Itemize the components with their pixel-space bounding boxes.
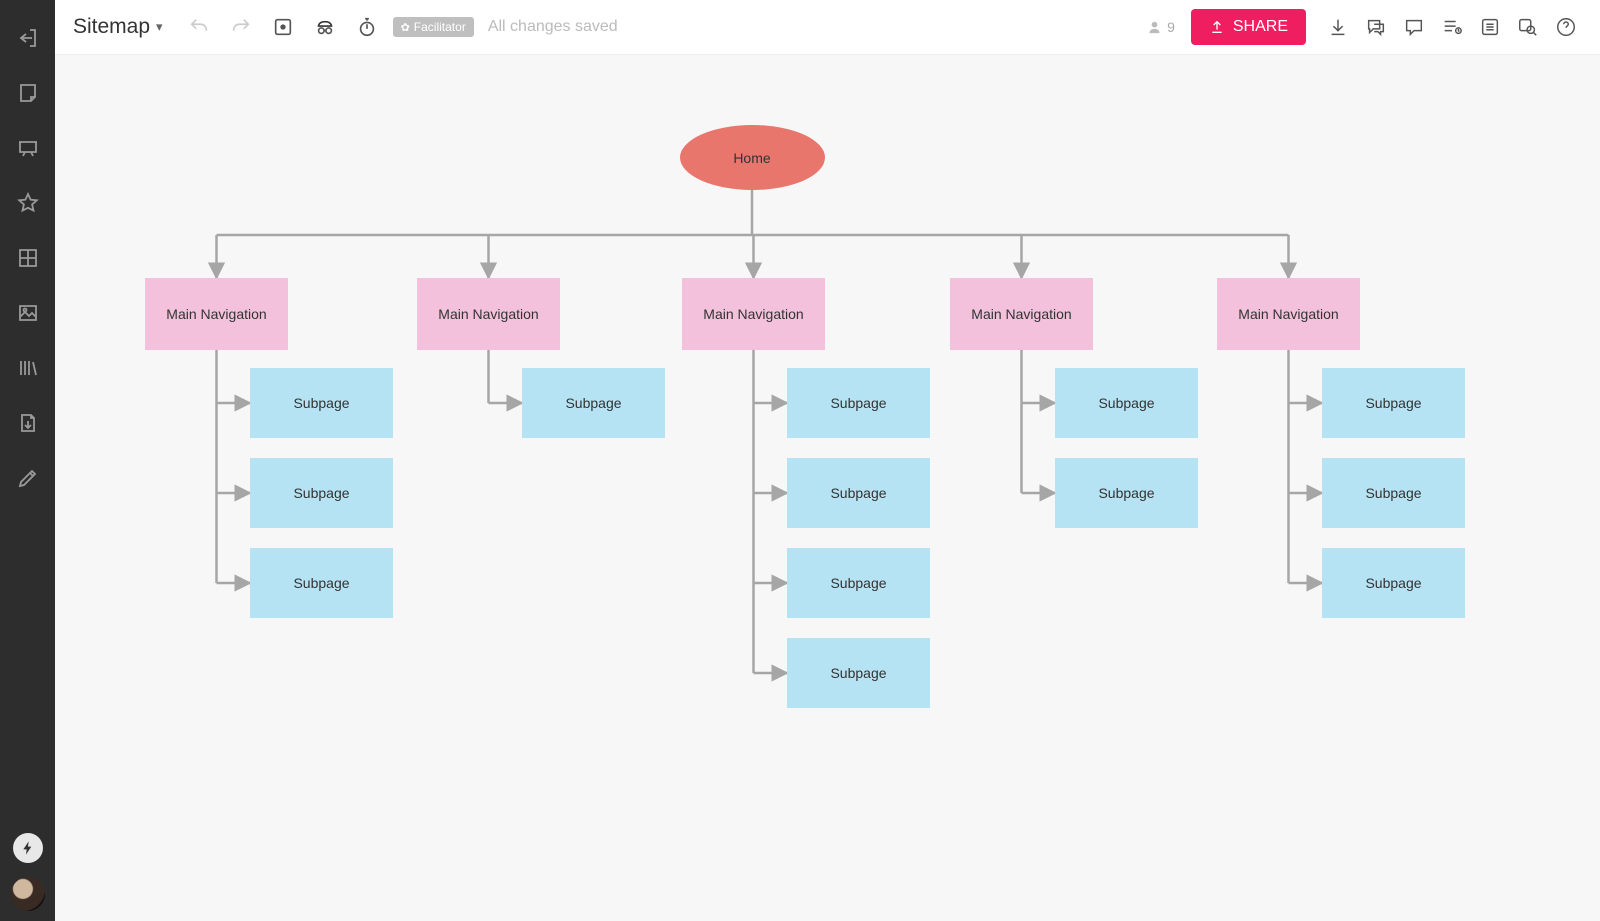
top-toolbar: Sitemap ▾ Facilitator All changes saved …: [55, 0, 1600, 55]
node-nav-0[interactable]: Main Navigation: [145, 278, 288, 350]
save-status: All changes saved: [488, 18, 618, 36]
present-icon[interactable]: [0, 120, 55, 175]
bolt-icon[interactable]: [13, 833, 43, 863]
user-count-value: 9: [1167, 19, 1175, 35]
node-sub-4-1[interactable]: Subpage: [1322, 458, 1465, 528]
help-icon[interactable]: [1550, 11, 1582, 43]
node-sub-2-1[interactable]: Subpage: [787, 458, 930, 528]
chevron-down-icon[interactable]: ▾: [156, 19, 163, 35]
share-label: SHARE: [1233, 18, 1288, 36]
star-icon[interactable]: [0, 175, 55, 230]
node-home[interactable]: Home: [680, 125, 825, 190]
node-sub-0-1[interactable]: Subpage: [250, 458, 393, 528]
diagram-canvas[interactable]: HomeMain NavigationSubpageSubpageSubpage…: [55, 55, 1600, 921]
facilitator-badge[interactable]: Facilitator: [393, 17, 474, 37]
library-icon[interactable]: [0, 340, 55, 395]
comment-icon[interactable]: [1398, 11, 1430, 43]
search-icon[interactable]: [1512, 11, 1544, 43]
node-sub-0-0[interactable]: Subpage: [250, 368, 393, 438]
download-icon[interactable]: [1322, 11, 1354, 43]
node-sub-4-2[interactable]: Subpage: [1322, 548, 1465, 618]
avatar[interactable]: [11, 877, 45, 911]
image-icon[interactable]: [0, 285, 55, 340]
pencil-icon[interactable]: [0, 450, 55, 505]
import-icon[interactable]: [0, 395, 55, 450]
activity-icon[interactable]: [1436, 11, 1468, 43]
timer-icon[interactable]: [351, 11, 383, 43]
node-sub-2-3[interactable]: Subpage: [787, 638, 930, 708]
note-icon[interactable]: [0, 65, 55, 120]
node-sub-1-0[interactable]: Subpage: [522, 368, 665, 438]
node-sub-3-0[interactable]: Subpage: [1055, 368, 1198, 438]
left-sidebar: [0, 0, 55, 921]
focus-icon[interactable]: [267, 11, 299, 43]
document-title[interactable]: Sitemap: [73, 15, 150, 39]
undo-button[interactable]: [183, 11, 215, 43]
node-nav-3[interactable]: Main Navigation: [950, 278, 1093, 350]
facilitator-label: Facilitator: [414, 20, 466, 34]
incognito-icon[interactable]: [309, 11, 341, 43]
share-button[interactable]: SHARE: [1191, 9, 1306, 45]
redo-button[interactable]: [225, 11, 257, 43]
chat-icon[interactable]: [1360, 11, 1392, 43]
grid-icon[interactable]: [0, 230, 55, 285]
node-sub-0-2[interactable]: Subpage: [250, 548, 393, 618]
node-sub-4-0[interactable]: Subpage: [1322, 368, 1465, 438]
node-nav-2[interactable]: Main Navigation: [682, 278, 825, 350]
exit-icon[interactable]: [0, 10, 55, 65]
user-count[interactable]: 9: [1146, 19, 1175, 36]
node-nav-1[interactable]: Main Navigation: [417, 278, 560, 350]
node-sub-2-2[interactable]: Subpage: [787, 548, 930, 618]
node-sub-3-1[interactable]: Subpage: [1055, 458, 1198, 528]
node-sub-2-0[interactable]: Subpage: [787, 368, 930, 438]
list-icon[interactable]: [1474, 11, 1506, 43]
node-nav-4[interactable]: Main Navigation: [1217, 278, 1360, 350]
